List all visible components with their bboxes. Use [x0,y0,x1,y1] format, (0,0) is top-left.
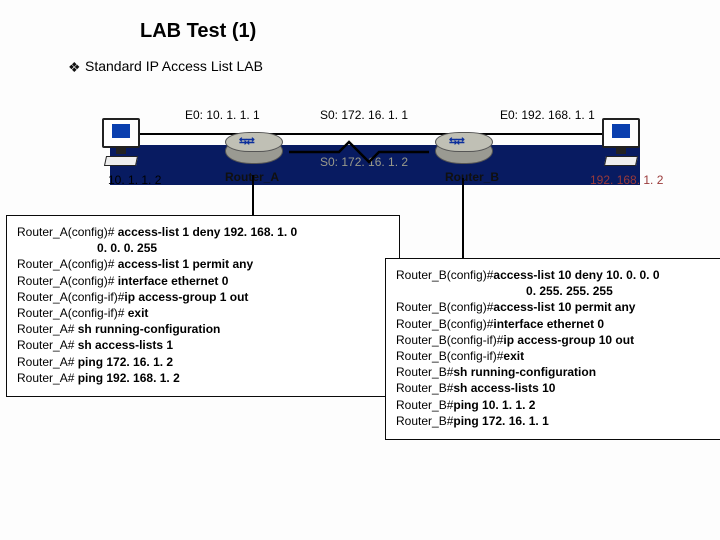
page-title: LAB Test (1) [140,20,256,43]
label-host-right: 192. 168. 1. 2 [590,173,663,187]
router-b-icon: ⇆⇄ [435,138,491,170]
config-line: Router_B#sh access-lists 10 [396,380,716,396]
slide: LAB Test (1) ❖ Standard IP Access List L… [0,0,720,540]
config-line: Router_A(config-if)#ip access-group 1 ou… [17,289,389,305]
label-host-left: 10. 1. 1. 2 [108,173,161,187]
config-box-router-b: Router_B(config)#access-list 10 deny 10.… [385,258,720,440]
config-line: Router_B#ping 172. 16. 1. 1 [396,413,716,429]
router-a-icon: ⇆⇄ [225,138,281,170]
config-line: Router_B#sh running-configuration [396,364,716,380]
host-pc-left-icon [100,118,142,166]
config-line: Router_A# ping 172. 16. 1. 2 [17,354,389,370]
host-pc-right-icon [600,118,642,166]
config-line: Router_B(config-if)#ip access-group 10 o… [396,332,716,348]
config-line: Router_B(config)#access-list 10 deny 10.… [396,267,716,283]
config-line: Router_A(config)# interface ethernet 0 [17,273,389,289]
subtitle: Standard IP Access List LAB [85,58,263,74]
config-line: Router_B(config-if)#exit [396,348,716,364]
config-line: Router_A(config)# access-list 1 deny 192… [17,224,389,240]
config-line: 0. 255. 255. 255 [396,283,716,299]
ethernet-cable [105,133,625,135]
bullet-icon: ❖ [68,59,81,76]
config-line: Router_A(config-if)# exit [17,305,389,321]
config-line: Router_B#ping 10. 1. 1. 2 [396,397,716,413]
config-box-router-a: Router_A(config)# access-list 1 deny 192… [6,215,400,397]
leader-line-b [462,178,464,258]
config-line: Router_B(config)#interface ethernet 0 [396,316,716,332]
label-s0: S0: 172. 16. 1. 1 [320,108,408,122]
config-line: Router_A(config)# access-list 1 permit a… [17,256,389,272]
config-line: Router_A# sh access-lists 1 [17,337,389,353]
serial-link-icon [289,140,429,164]
config-line: Router_A# sh running-configuration [17,321,389,337]
label-e0-left: E0: 10. 1. 1. 1 [185,108,260,122]
config-line: 0. 0. 0. 255 [17,240,389,256]
leader-line-a [252,175,254,215]
config-line: Router_A# ping 192. 168. 1. 2 [17,370,389,386]
label-router-b: Router_B [445,170,499,184]
label-e0-right: E0: 192. 168. 1. 1 [500,108,595,122]
config-line: Router_B(config)#access-list 10 permit a… [396,299,716,315]
